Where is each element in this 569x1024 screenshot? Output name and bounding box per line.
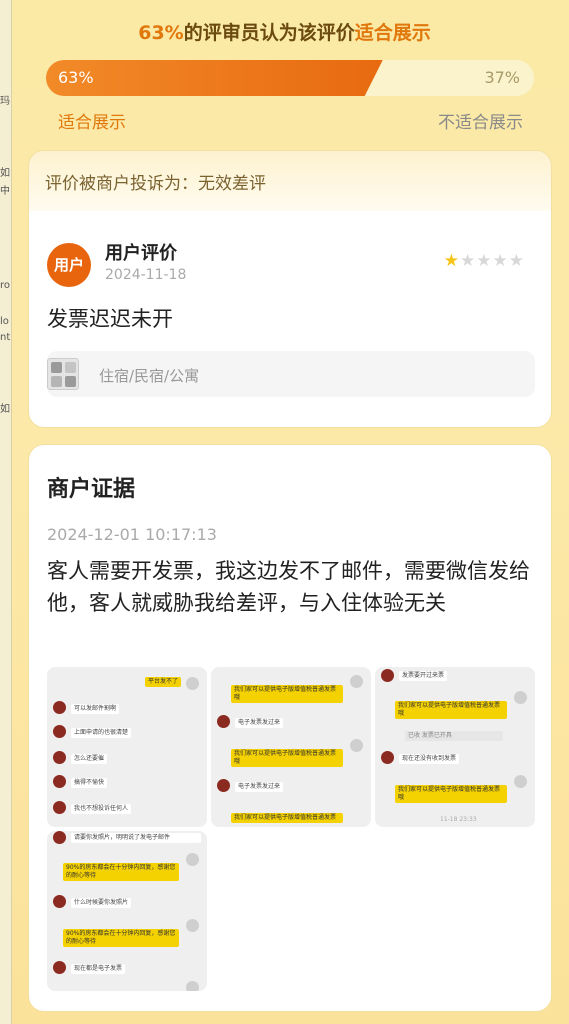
guest-avatar-icon	[53, 725, 66, 738]
strip-text: 中	[0, 186, 10, 197]
agent-avatar-icon	[186, 853, 199, 866]
guest-avatar-icon	[53, 895, 66, 908]
category-label: 住宿/民宿/公寓	[99, 367, 200, 385]
chat-message: 现在都是电子发票	[71, 964, 126, 974]
chat-message: 我们家可以提供电子版增值税普通发票哦	[231, 749, 343, 767]
vote-right-pct: 37%	[484, 68, 520, 87]
chat-message: 搞得不愉快	[71, 778, 108, 788]
guest-avatar-icon	[381, 751, 394, 764]
category-row[interactable]: 住宿/民宿/公寓	[47, 351, 535, 397]
guest-avatar-icon	[381, 669, 394, 682]
review-text: 发票迟迟未开	[47, 307, 173, 331]
agent-avatar-icon	[514, 691, 527, 704]
vote-left-pct: 63%	[58, 68, 94, 87]
chat-message: 90%的房东都会在十分钟内回复，感谢您的耐心等待	[63, 929, 179, 947]
guest-avatar-icon	[217, 715, 230, 728]
complaint-banner: 评价被商户投诉为：无效差评	[29, 151, 551, 211]
chat-message: 我也不想投诉任何人	[71, 804, 132, 814]
agent-avatar-icon	[350, 675, 363, 688]
vote-label-suitable: 适合展示	[58, 113, 126, 133]
guest-avatar-icon	[53, 961, 66, 974]
guest-avatar-icon	[53, 831, 66, 844]
chat-message: 90%的房东都会在十分钟内回复，感谢您的耐心等待	[63, 863, 179, 881]
evidence-card: 商户证据 2024-12-01 10:17:13 客人需要开发票，我这边发不了邮…	[28, 444, 552, 1012]
agent-avatar-icon	[350, 739, 363, 752]
chat-message: 已收 发票已开具	[405, 731, 503, 741]
vote-header-middle: 的评审员认为该评价	[183, 22, 355, 44]
evidence-title: 商户证据	[47, 477, 136, 502]
guest-avatar-icon	[53, 775, 66, 788]
chat-message: 我们家可以提供电子版增值税普通发票哦	[231, 685, 343, 703]
vote-label-unsuitable: 不适合展示	[438, 113, 523, 133]
evidence-time: 2024-12-01 10:17:13	[47, 525, 217, 544]
chat-message: 电子发票发过来	[235, 718, 284, 728]
chat-message: 什么时候要你发照片	[71, 898, 132, 908]
star-filled-icon: ★	[443, 251, 460, 271]
chat-message: 发票要开过来票	[399, 671, 448, 681]
chat-message: 平台发不了	[144, 677, 181, 687]
guest-avatar-icon	[217, 779, 230, 792]
strip-text: 如	[0, 168, 10, 179]
chat-timestamp: 11-18 23:33	[440, 816, 477, 823]
chat-message: 现在还没有收到发票	[399, 754, 460, 764]
strip-text: nt	[0, 332, 11, 343]
vote-header-accent: 适合展示	[354, 22, 431, 44]
strip-text: ro	[0, 280, 11, 291]
guest-avatar-icon	[53, 751, 66, 764]
vote-header-pct: 63%	[138, 22, 184, 44]
evidence-screenshot-4[interactable]: 请要你发照片，明明说了发电子邮件 90%的房东都会在十分钟内回复，感谢您的耐心等…	[47, 831, 207, 991]
agent-avatar-icon	[186, 919, 199, 932]
vote-progress-bar: 63% 37%	[46, 60, 534, 96]
agent-avatar-icon	[514, 775, 527, 788]
chat-message: 上面申请的也很清楚	[71, 728, 132, 738]
vote-bar-fill	[46, 60, 383, 96]
evidence-screenshot-3[interactable]: 发票要开过来票 我们家可以提供电子版增值税普通发票哦 已收 发票已开具 现在还没…	[375, 667, 535, 827]
chat-message: 我们家可以提供电子版增值税普通发票哦	[395, 785, 507, 803]
evidence-screenshot-1[interactable]: 平台发不了 可以发邮件割啊 上面申请的也很清楚 怎么还要催 搞得不愉快 我也不想…	[47, 667, 207, 827]
avatar: 用户	[47, 243, 91, 287]
chat-message: 我们家可以提供电子版增值税普通发票	[231, 813, 343, 823]
star-empty-icon: ★	[508, 251, 525, 271]
review-date: 2024-11-18	[105, 267, 187, 283]
star-empty-icon: ★	[492, 251, 509, 271]
left-window-strip: 玛 如 中 ro lo nt 如	[0, 0, 12, 1024]
vote-summary-heading: 63%的评审员认为该评价适合展示	[0, 18, 569, 45]
chat-message: 请要你发照片，明明说了发电子邮件	[71, 833, 201, 843]
review-user-name: 用户评价	[105, 243, 177, 264]
hotel-thumbnail-icon	[47, 358, 79, 390]
chat-message: 我们家可以提供电子版增值税普通发票哦	[395, 701, 507, 719]
chat-message: 怎么还要催	[71, 754, 108, 764]
strip-text: lo	[0, 316, 9, 327]
star-empty-icon: ★	[460, 251, 477, 271]
agent-avatar-icon	[186, 981, 199, 991]
strip-text: 玛	[0, 96, 10, 107]
chat-message: 电子发票发过来	[235, 782, 284, 792]
guest-avatar-icon	[53, 701, 66, 714]
chat-message: 可以发邮件割啊	[71, 704, 120, 714]
evidence-text: 客人需要开发票，我这边发不了邮件，需要微信发给他，客人就威胁我给差评，与入住体验…	[47, 559, 530, 615]
guest-avatar-icon	[53, 801, 66, 814]
star-empty-icon: ★	[476, 251, 493, 271]
agent-avatar-icon	[186, 677, 199, 690]
star-rating: ★★★★★	[444, 251, 525, 271]
strip-text: 如	[0, 404, 10, 415]
review-card: 评价被商户投诉为：无效差评 用户 用户评价 2024-11-18 ★★★★★ 发…	[28, 150, 552, 428]
evidence-screenshot-2[interactable]: 我们家可以提供电子版增值税普通发票哦 电子发票发过来 我们家可以提供电子版增值税…	[211, 667, 371, 827]
